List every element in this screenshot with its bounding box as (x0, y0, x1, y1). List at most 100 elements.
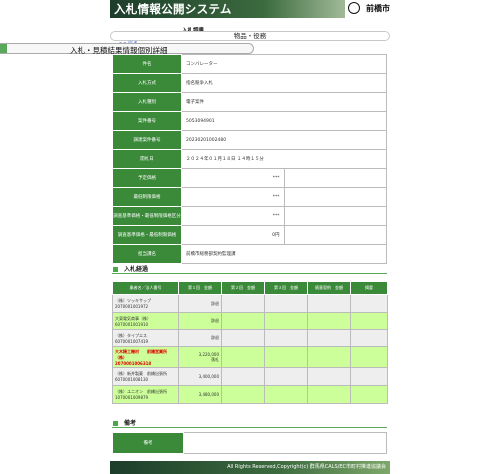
detail-value: 指名競争入札 (181, 73, 387, 93)
empty-cell (307, 294, 351, 313)
bids-header: 随意契約 金額 (307, 281, 351, 295)
detail-label: 入札種別 (112, 92, 182, 112)
first-round-amount: 3,400,000 (178, 367, 222, 386)
note-cell (350, 367, 388, 386)
detail-blank (283, 168, 387, 188)
bidder-cell: （株）タイプエス 6070001007419 (112, 329, 179, 347)
detail-row: 件名 コンバレーター (112, 54, 387, 74)
detail-row: 最低制限価格 *** (112, 187, 387, 207)
bids-header-row: 業者名／法人番号 第１回 金額 第２回 金額 第３回 金額 随意契約 金額 摘要 (112, 281, 388, 295)
detail-blank (283, 187, 387, 207)
remarks-row: 備考 (112, 432, 387, 454)
note-cell (350, 312, 388, 330)
note-cell (350, 329, 388, 347)
remarks-section-heading: 備考 (113, 418, 136, 427)
empty-cell (264, 329, 308, 347)
bidder-number: 6070001007419 (115, 338, 149, 344)
detail-blank (283, 206, 387, 226)
detail-value: 20230201002480 (181, 130, 387, 150)
detail-value: 前橋市総務部契約監理課 (181, 244, 387, 264)
bidder-cell: 大木精工機材 前橋営業所（株） 2070001006318 (112, 346, 179, 368)
first-round-amount: 辞退 (178, 312, 222, 330)
detail-table: 件名 コンバレーター 入札方式 指名競争入札 入札種別 電子案件 案件番号 50… (112, 54, 387, 264)
bidder-number: 2070001001972 (115, 304, 149, 309)
city-logo-icon (348, 2, 360, 14)
table-row-winner: 大木精工機材 前橋営業所（株） 2070001006318 3,220,000 落札 (112, 346, 388, 368)
empty-cell (307, 312, 351, 330)
detail-row: 調達案件番号 20230201002480 (112, 130, 387, 150)
bidder-cell: 大東電気商事（株） 6070001001910 (112, 312, 179, 330)
detail-row: 予定価格 *** (112, 168, 387, 188)
section-divider (112, 427, 387, 428)
remarks-value (183, 432, 387, 454)
section-divider (112, 273, 387, 274)
empty-cell (221, 294, 265, 313)
empty-cell (221, 312, 265, 330)
detail-label: 調査基準価格・最低制限価格区分 (112, 206, 182, 226)
category-label: 物品・役務 (233, 32, 267, 40)
detail-value: *** (181, 206, 285, 226)
empty-cell (264, 385, 308, 404)
empty-cell (264, 367, 308, 386)
detail-row: 調査基準価格・最低制限価格 0円 (112, 225, 387, 245)
award-note: 落札 (211, 356, 219, 362)
bidder-number: 1070001009879 (115, 395, 149, 400)
detail-row: 開札日 ２０２４年０１月１８日 １４時１５分 (112, 149, 387, 169)
bidder-cell: （株）ユニオン 前橋出張所 1070001009879 (112, 385, 179, 404)
empty-cell (264, 346, 308, 368)
table-row: （株）ツッキサップ 2070001001972 辞退 (112, 294, 388, 313)
detail-value: 0円 (181, 225, 285, 245)
detail-label: 調査基準価格・最低制限価格 (112, 225, 182, 245)
system-title: 入札情報公開システム (114, 2, 232, 16)
empty-cell (307, 385, 351, 404)
detail-row: 案件番号 5053094901 (112, 111, 387, 131)
table-row: 大東電気商事（株） 6070001001910 辞退 (112, 312, 388, 330)
bidder-cell: （株）ツッキサップ 2070001001972 (112, 294, 179, 313)
first-round-amount: 辞退 (178, 294, 222, 313)
note-cell (350, 346, 388, 368)
city-name: 前橋市 (366, 4, 390, 13)
bids-section-title: 入札経過 (124, 266, 149, 273)
title-accent (0, 44, 7, 53)
bidder-number: 2070001006318 (115, 360, 152, 366)
detail-row: 入札種別 電子案件 (112, 92, 387, 112)
first-round-amount: 辞退 (178, 329, 222, 347)
detail-blank (283, 225, 387, 245)
detail-value: *** (181, 187, 285, 207)
section-marker-icon (113, 421, 118, 426)
detail-row: 調査基準価格・最低制限価格区分 *** (112, 206, 387, 226)
detail-label: 調達案件番号 (112, 130, 182, 150)
bids-header: 摘要 (350, 281, 388, 295)
detail-label: 担当課名 (112, 244, 182, 264)
note-cell (350, 294, 388, 313)
detail-label: 案件番号 (112, 111, 182, 131)
detail-label: 最低制限価格 (112, 187, 182, 207)
empty-cell (221, 367, 265, 386)
city-badge: 前橋市 (345, 0, 390, 18)
empty-cell (221, 329, 265, 347)
first-round-amount: 3,480,000 (178, 385, 222, 404)
first-round-amount: 3,220,000 落札 (178, 346, 222, 368)
detail-label: 件名 (112, 54, 182, 74)
detail-label: 入札方式 (112, 73, 182, 93)
table-row: （株）新井製薬 前橋出張所 6070001008130 3,400,000 (112, 367, 388, 386)
detail-value: コンバレーター (181, 54, 387, 74)
empty-cell (307, 329, 351, 347)
detail-value: 5053094901 (181, 111, 387, 131)
remarks-section-title: 備考 (124, 420, 137, 427)
bids-header: 業者名／法人番号 (112, 281, 179, 295)
note-cell (350, 385, 388, 404)
bids-header: 第２回 金額 (221, 281, 265, 295)
bidder-name: 大木精工機材 前橋営業所（株） (115, 348, 167, 360)
category-box: 物品・役務 (110, 31, 390, 41)
bidder-number: 6070001008130 (115, 377, 149, 382)
empty-cell (264, 312, 308, 330)
winning-amount: 3,220,000 (198, 351, 219, 357)
remarks-label: 備考 (112, 432, 184, 454)
table-row: （株）ユニオン 前橋出張所 1070001009879 3,480,000 (112, 385, 388, 404)
bidder-cell: （株）新井製薬 前橋出張所 6070001008130 (112, 367, 179, 386)
bids-section-heading: 入札経過 (113, 264, 148, 273)
bids-table: 業者名／法人番号 第１回 金額 第２回 金額 第３回 金額 随意契約 金額 摘要… (112, 281, 388, 404)
section-marker-icon (113, 267, 118, 272)
empty-cell (264, 294, 308, 313)
